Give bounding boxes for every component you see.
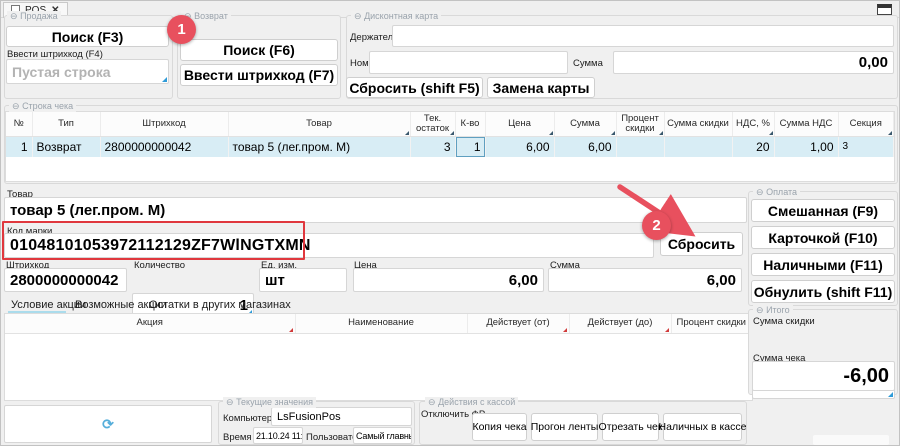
cell-vat-sum: 1,00: [774, 136, 838, 157]
receipt-column-header[interactable]: Сумма скидки: [664, 112, 732, 136]
time-field[interactable]: 21.10.24 11:39: [253, 427, 303, 444]
total-discount-label: Сумма скидки: [753, 316, 815, 327]
cell-stock: 3: [410, 136, 455, 157]
collapse-icon[interactable]: ⊖: [10, 11, 18, 21]
promo-column-header[interactable]: Действует (до): [569, 314, 671, 333]
user-field[interactable]: Самый главны...: [353, 427, 412, 444]
discount-card-group-label: ⊖ Дисконтная карта: [351, 11, 441, 22]
receipt-column-header[interactable]: Процент скидки: [616, 112, 664, 136]
receipt-line-table: № Тип Штрихкод Товар Тек. остаток К-во Ц…: [5, 111, 895, 182]
payment-mixed-button[interactable]: Смешанная (F9): [751, 199, 895, 222]
cell-discount-percent: [616, 136, 664, 157]
receipt-line-group-label: ⊖ Строка чека: [9, 101, 76, 112]
payment-cash-button[interactable]: Наличными (F11): [751, 253, 895, 276]
payment-void-button[interactable]: Обнулить (shift F11): [751, 280, 895, 303]
cell-sum: 6,00: [554, 136, 616, 157]
receipt-column-header[interactable]: Штрихкод: [100, 112, 228, 136]
cut-receipt-button[interactable]: Отрезать чек: [602, 413, 659, 441]
mark-code-field[interactable]: 01048101053972112129ZF7WlNGTXMN: [4, 233, 654, 258]
computer-field[interactable]: LsFusionPos: [271, 407, 412, 426]
item-sum-field[interactable]: 6,00: [548, 268, 742, 292]
receipt-column-header[interactable]: №: [6, 112, 32, 136]
receipt-copy-button[interactable]: Копия чека: [472, 413, 527, 441]
collapse-icon[interactable]: ⊖: [354, 11, 362, 21]
cell-barcode: 2800000000042: [100, 136, 228, 157]
refresh-icon: ⟳: [102, 416, 114, 433]
card-holder-label: Держатель: [350, 32, 398, 43]
promo-column-header[interactable]: Процент скидки: [671, 314, 752, 333]
promo-table: Акция Наименование Действует (от) Действ…: [4, 313, 753, 401]
collapse-icon[interactable]: ⊖: [226, 397, 234, 407]
card-sum-field[interactable]: 0,00: [613, 51, 894, 74]
cell-vat-percent: 20: [732, 136, 774, 157]
receipt-column-header[interactable]: НДС, %: [732, 112, 774, 136]
current-values-group-label: ⊖ Текущие значения: [223, 397, 316, 408]
promo-column-header[interactable]: Действует (от): [467, 314, 569, 333]
collapse-icon[interactable]: ⊖: [756, 187, 764, 197]
computer-label: Компьютер: [223, 413, 272, 424]
cell-num: 1: [6, 136, 32, 157]
card-number-input[interactable]: [370, 52, 567, 73]
receipt-column-header[interactable]: Тип: [32, 112, 100, 136]
cell-product: товар 5 (лег.пром. М): [228, 136, 410, 157]
cell-type: Возврат: [32, 136, 100, 157]
cell-discount-sum: [664, 136, 732, 157]
card-holder-field-box: [392, 25, 894, 47]
status-strip: [813, 435, 889, 445]
return-barcode-button[interactable]: Ввести штрихкод (F7): [180, 64, 338, 86]
payment-group-label: ⊖ Оплата: [753, 187, 800, 198]
payment-card-button[interactable]: Карточкой (F10): [751, 226, 895, 249]
collapse-icon[interactable]: ⊖: [12, 101, 20, 111]
total-group-label: ⊖ Итого: [753, 305, 793, 316]
time-label: Время: [223, 432, 252, 443]
tab-other-stores-stock[interactable]: Остатки в других магазинах: [149, 299, 291, 311]
card-replace-button[interactable]: Замена карты: [487, 77, 595, 98]
receipt-column-header[interactable]: Сумма: [554, 112, 616, 136]
async-panel: ⟳: [4, 405, 212, 443]
collapse-icon[interactable]: ⊖: [428, 397, 436, 407]
cash-in-drawer-button[interactable]: Наличных в кассе: [663, 413, 742, 441]
receipt-column-header[interactable]: К-во: [455, 112, 485, 136]
sale-group-label: ⊖ Продажа: [7, 11, 61, 22]
sale-search-button[interactable]: Поиск (F3): [6, 26, 169, 47]
cell-price: 6,00: [485, 136, 554, 157]
total-receipt-field[interactable]: -6,00: [752, 361, 895, 391]
step-2-badge: 2: [642, 211, 671, 240]
item-price-field[interactable]: 6,00: [353, 268, 544, 292]
card-number-field-box: [369, 51, 568, 74]
item-qty-label: Количество: [134, 260, 185, 271]
card-holder-input[interactable]: [393, 26, 893, 46]
receipt-column-header[interactable]: Сумма НДС: [774, 112, 838, 136]
cell-qty-selected[interactable]: 1: [455, 136, 485, 157]
receipt-column-header[interactable]: Цена: [485, 112, 554, 136]
cash-actions-group-label: ⊖ Действия с кассой: [425, 397, 518, 408]
collapse-icon[interactable]: ⊖: [756, 305, 764, 315]
item-unit-field[interactable]: шт: [259, 268, 347, 292]
maximize-icon[interactable]: [877, 4, 892, 15]
pos-window: POS ✕ ⊖ Продажа Поиск (F3) Ввести штрихк…: [0, 0, 900, 446]
receipt-column-header[interactable]: Тек. остаток: [410, 112, 455, 136]
return-search-button[interactable]: Поиск (F6): [180, 39, 338, 61]
card-sum-label: Сумма: [573, 58, 603, 69]
sale-barcode-field-box: [6, 59, 169, 84]
sale-barcode-input[interactable]: [7, 60, 168, 83]
promo-column-header[interactable]: Наименование: [295, 314, 467, 333]
tape-run-button[interactable]: Прогон ленты: [531, 413, 598, 441]
receipt-column-header[interactable]: Товар: [228, 112, 410, 136]
table-row[interactable]: 1 Возврат 2800000000042 товар 5 (лег.про…: [6, 136, 894, 157]
item-barcode-field[interactable]: 2800000000042: [4, 268, 127, 292]
step-1-badge: 1: [167, 15, 196, 44]
receipt-column-header[interactable]: Секция: [838, 112, 894, 136]
cell-section: 3: [838, 136, 894, 157]
promo-column-header[interactable]: Акция: [5, 314, 295, 333]
card-reset-button[interactable]: Сбросить (shift F5): [346, 77, 483, 98]
